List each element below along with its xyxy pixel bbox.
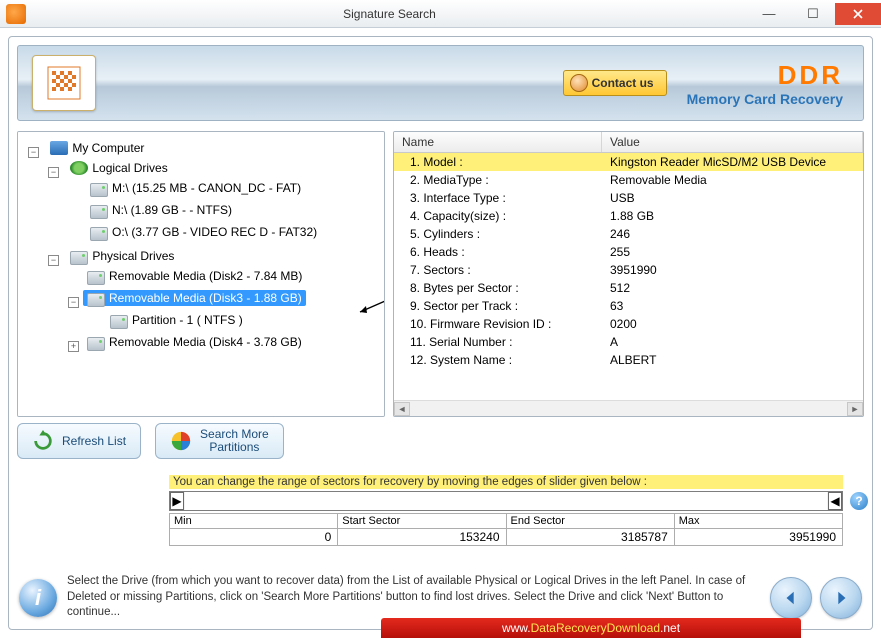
app-logo	[32, 55, 96, 111]
collapse-toggle[interactable]: −	[68, 297, 79, 308]
col-name[interactable]: Name	[394, 132, 602, 152]
footer-message: Select the Drive (from which you want to…	[67, 574, 760, 621]
refresh-icon	[32, 430, 54, 452]
maximize-button[interactable]: ☐	[791, 3, 835, 25]
drive-icon	[87, 293, 105, 307]
scroll-right-icon[interactable]: ►	[847, 402, 863, 416]
brand-subtitle: Memory Card Recovery	[687, 91, 843, 107]
range-hint: You can change the range of sectors for …	[169, 475, 843, 489]
col-value[interactable]: Value	[602, 132, 863, 152]
sector-cell: Min0	[170, 514, 338, 545]
collapse-toggle[interactable]: −	[28, 147, 39, 158]
horizontal-scrollbar[interactable]: ◄ ►	[394, 400, 863, 416]
slider-handle-left[interactable]: ▶	[170, 492, 184, 510]
tree-partition-item[interactable]: Partition - 1 ( NTFS )	[106, 312, 247, 328]
slider-handle-right[interactable]: ◀	[828, 492, 842, 510]
next-button[interactable]	[820, 577, 862, 619]
collapse-toggle[interactable]: +	[68, 341, 79, 352]
contact-label: Contact us	[592, 76, 654, 90]
table-row[interactable]: 4. Capacity(size) :1.88 GB	[394, 207, 863, 225]
drive-tree[interactable]: − My Computer − Logical Dri	[17, 131, 385, 417]
drive-icon	[110, 315, 128, 329]
brand-block: DDR Memory Card Recovery	[687, 60, 843, 107]
collapse-toggle[interactable]: −	[48, 255, 59, 266]
drive-icon	[90, 205, 108, 219]
tree-drive-item[interactable]: M:\ (15.25 MB - CANON_DC - FAT)	[86, 180, 305, 196]
scroll-left-icon[interactable]: ◄	[394, 402, 410, 416]
tree-drive-item[interactable]: Removable Media (Disk2 - 7.84 MB)	[83, 268, 306, 284]
sector-slider[interactable]: ▶ ◀ ?	[169, 491, 843, 511]
table-row[interactable]: 9. Sector per Track :63	[394, 297, 863, 315]
properties-table: Name Value 1. Model :Kingston Reader Mic…	[393, 131, 864, 417]
table-row[interactable]: 6. Heads :255	[394, 243, 863, 261]
header-banner: Contact us DDR Memory Card Recovery	[17, 45, 864, 121]
website-banner: www.DataRecoveryDownload.net	[381, 618, 801, 638]
close-button[interactable]	[835, 3, 881, 25]
sector-cell: Start Sector153240	[338, 514, 506, 545]
brand-name: DDR	[687, 60, 843, 91]
table-row[interactable]: 8. Bytes per Sector :512	[394, 279, 863, 297]
drive-icon	[90, 183, 108, 197]
tree-root[interactable]: My Computer	[46, 140, 148, 156]
search-more-label: Search More Partitions	[200, 428, 269, 454]
app-icon	[6, 4, 26, 24]
table-row[interactable]: 5. Cylinders :246	[394, 225, 863, 243]
table-row[interactable]: 12. System Name :ALBERT	[394, 351, 863, 369]
tree-drive-item[interactable]: Removable Media (Disk4 - 3.78 GB)	[83, 334, 306, 350]
drive-icon	[87, 271, 105, 285]
search-more-partitions-button[interactable]: Search More Partitions	[155, 423, 284, 459]
refresh-label: Refresh List	[62, 434, 126, 448]
table-row[interactable]: 10. Firmware Revision ID :0200	[394, 315, 863, 333]
back-button[interactable]	[770, 577, 812, 619]
table-row[interactable]: 1. Model :Kingston Reader MicSD/M2 USB D…	[394, 153, 863, 171]
globe-icon	[70, 161, 88, 175]
drive-icon	[90, 227, 108, 241]
computer-icon	[50, 141, 68, 155]
sector-range-panel: You can change the range of sectors for …	[169, 475, 843, 546]
table-row[interactable]: 3. Interface Type :USB	[394, 189, 863, 207]
info-icon: i	[19, 579, 57, 617]
tree-drive-item[interactable]: O:\ (3.77 GB - VIDEO REC D - FAT32)	[86, 224, 321, 240]
drive-icon	[87, 337, 105, 351]
help-icon[interactable]: ?	[850, 492, 868, 510]
sector-cell: Max3951990	[675, 514, 842, 545]
minimize-button[interactable]: —	[747, 3, 791, 25]
tree-physical-drives[interactable]: Physical Drives	[66, 248, 178, 264]
person-icon	[570, 74, 588, 92]
refresh-list-button[interactable]: Refresh List	[17, 423, 141, 459]
window-title: Signature Search	[32, 7, 747, 21]
contact-us-button[interactable]: Contact us	[563, 70, 667, 96]
tree-logical-drives[interactable]: Logical Drives	[66, 160, 171, 176]
drive-icon	[70, 251, 88, 265]
table-row[interactable]: 11. Serial Number :A	[394, 333, 863, 351]
sector-cell: End Sector3185787	[507, 514, 675, 545]
collapse-toggle[interactable]: −	[48, 167, 59, 178]
table-row[interactable]: 7. Sectors :3951990	[394, 261, 863, 279]
tree-drive-item[interactable]: Removable Media (Disk3 - 1.88 GB)	[83, 290, 306, 306]
table-row[interactable]: 2. MediaType :Removable Media	[394, 171, 863, 189]
tree-drive-item[interactable]: N:\ (1.89 GB - - NTFS)	[86, 202, 236, 218]
pie-chart-icon	[170, 430, 192, 452]
title-bar: Signature Search — ☐	[0, 0, 881, 28]
